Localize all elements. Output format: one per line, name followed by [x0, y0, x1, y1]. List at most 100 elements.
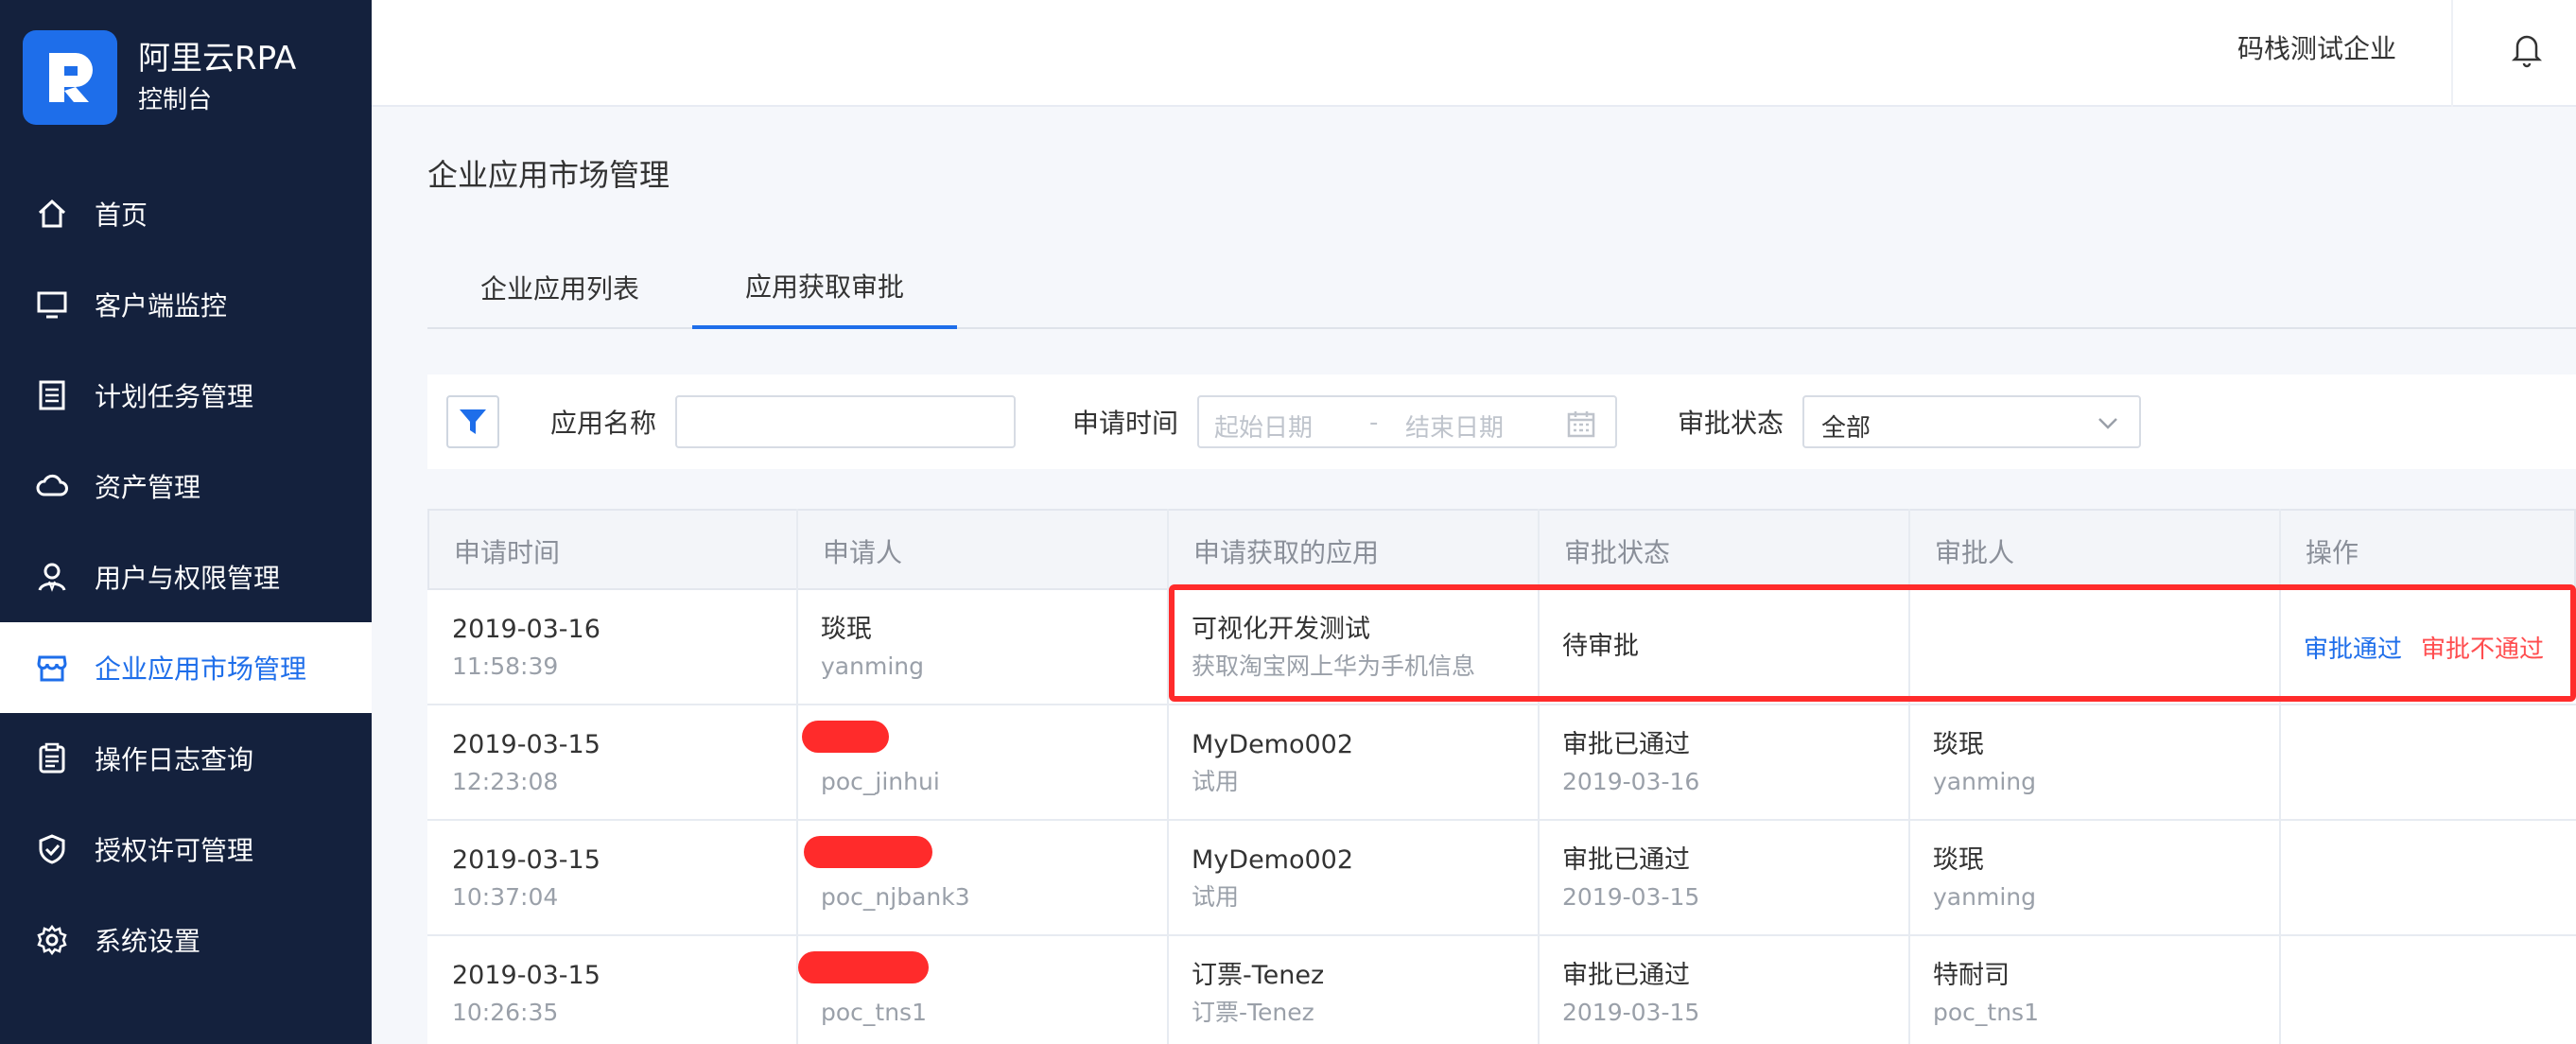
- app-name: MyDemo002: [1192, 730, 1354, 759]
- monitor-icon: [34, 287, 70, 322]
- sidebar-item-operation-logs[interactable]: 操作日志查询: [0, 713, 372, 804]
- col-approver: 审批人: [1935, 537, 2015, 568]
- filter-icon: [460, 409, 486, 434]
- log-icon: [34, 740, 70, 776]
- app-subtitle: 控制台: [138, 85, 213, 114]
- sidebar-item-label: 首页: [95, 200, 148, 231]
- sidebar-item-label: 计划任务管理: [95, 381, 254, 412]
- apply-time: 10:37:04: [452, 883, 559, 911]
- app-name: MyDemo002: [1192, 845, 1354, 875]
- approval-status-select[interactable]: 全部: [1802, 395, 2141, 448]
- sidebar-item-settings[interactable]: 系统设置: [0, 895, 372, 985]
- start-date-placeholder[interactable]: 起始日期: [1214, 409, 1313, 444]
- applicant-id: poc_jinhui: [821, 768, 940, 795]
- col-requested-app: 申请获取的应用: [1193, 537, 1380, 568]
- bell-icon[interactable]: [2506, 28, 2548, 70]
- sidebar-item-label: 企业应用市场管理: [95, 653, 307, 685]
- sidebar-nav: 首页 客户端监控 计划任务管理 资产管理 用户与权限管理 企业应用市场管理 操作…: [0, 168, 372, 985]
- sidebar-item-label: 客户端监控: [95, 290, 228, 322]
- sidebar-item-label: 资产管理: [95, 472, 201, 503]
- sidebar-item-label: 授权许可管理: [95, 835, 254, 866]
- sidebar-item-client-monitor[interactable]: 客户端监控: [0, 259, 372, 350]
- approval-status-value: 全部: [1821, 414, 1871, 443]
- approval-date: 2019-03-15: [1562, 999, 1700, 1026]
- approver-id: yanming: [1933, 768, 2036, 795]
- apply-date: 2019-03-16: [452, 615, 600, 644]
- sidebar: 阿里云RPA 控制台 首页 客户端监控 计划任务管理 资产管理 用户与权限管理 …: [0, 0, 372, 1044]
- sidebar-item-home[interactable]: 首页: [0, 168, 372, 259]
- redaction-mark: [804, 836, 932, 868]
- app-name-label: 应用名称: [550, 408, 657, 439]
- apply-date: 2019-03-15: [452, 730, 600, 759]
- sidebar-item-enterprise-market[interactable]: 企业应用市场管理: [0, 622, 372, 713]
- sidebar-item-label: 用户与权限管理: [95, 563, 281, 594]
- approval-date: 2019-03-15: [1562, 883, 1700, 911]
- approve-link[interactable]: 审批通过: [2304, 635, 2402, 664]
- brand[interactable]: 阿里云RPA 控制台: [23, 28, 296, 126]
- sidebar-item-license[interactable]: 授权许可管理: [0, 804, 372, 895]
- user-icon: [34, 559, 70, 595]
- app-description: 试用: [1192, 768, 1240, 795]
- table-row: 2019-03-15 10:26:35 poc_tns1 订票-Tenez 订票…: [427, 936, 2576, 1044]
- apply-time: 12:23:08: [452, 768, 559, 795]
- approval-status: 审批已通过: [1562, 961, 1690, 990]
- app-description: 订票-Tenez: [1192, 999, 1314, 1026]
- page-title: 企业应用市场管理: [427, 157, 670, 193]
- date-range-picker[interactable]: 起始日期 - 结束日期: [1197, 395, 1617, 448]
- filter-button[interactable]: [446, 395, 499, 448]
- home-icon: [34, 196, 70, 232]
- apply-time-label: 申请时间: [1072, 408, 1179, 439]
- col-approval-status: 审批状态: [1564, 537, 1671, 568]
- table-row: 2019-03-15 12:23:08 poc_jinhui MyDemo002…: [427, 705, 2576, 821]
- app-name-input[interactable]: [675, 395, 1016, 448]
- end-date-placeholder[interactable]: 结束日期: [1405, 409, 1504, 444]
- reject-link[interactable]: 审批不通过: [2421, 635, 2544, 664]
- header-divider: [2451, 0, 2453, 107]
- table-row: 2019-03-15 10:37:04 poc_njbank3 MyDemo00…: [427, 821, 2576, 936]
- chevron-down-icon: [2098, 418, 2117, 429]
- applicant-id: yanming: [821, 652, 924, 680]
- store-icon: [34, 650, 70, 686]
- cloud-icon: [34, 468, 70, 504]
- approval-table: 申请时间 申请人 申请获取的应用 审批状态 审批人 操作 2019-03-16 …: [427, 509, 2576, 1044]
- calendar-icon: [1567, 411, 1595, 438]
- shield-icon: [34, 831, 70, 867]
- applicant-id: poc_njbank3: [821, 883, 970, 911]
- sidebar-item-scheduled-tasks[interactable]: 计划任务管理: [0, 350, 372, 441]
- gear-icon: [34, 922, 70, 958]
- redaction-mark: [802, 721, 889, 753]
- applicant-name: 琰珉: [821, 615, 872, 644]
- top-header: 码栈测试企业: [372, 0, 2576, 107]
- tab-enterprise-app-list[interactable]: 企业应用列表: [427, 246, 692, 329]
- approver-name: 特耐司: [1933, 961, 2010, 990]
- tab-bar: 企业应用列表 应用获取审批: [427, 246, 2576, 329]
- app-description: 获取淘宝网上华为手机信息: [1192, 652, 1476, 680]
- approval-status: 待审批: [1562, 632, 1639, 661]
- redaction-mark: [798, 951, 929, 983]
- table-row: 2019-03-16 11:58:39 琰珉 yanming 可视化开发测试 获…: [427, 590, 2576, 705]
- approval-status: 审批已通过: [1562, 845, 1690, 875]
- rpa-logo-icon: [23, 29, 117, 125]
- approval-status: 审批已通过: [1562, 730, 1690, 759]
- applicant-id: poc_tns1: [821, 999, 927, 1026]
- col-apply-time: 申请时间: [454, 537, 561, 568]
- approver-id: yanming: [1933, 883, 2036, 911]
- approval-status-label: 审批状态: [1678, 408, 1784, 439]
- org-name[interactable]: 码栈测试企业: [2237, 28, 2396, 66]
- apply-time: 11:58:39: [452, 652, 559, 680]
- filter-bar: 应用名称 申请时间 起始日期 - 结束日期 审批状态 全部: [427, 374, 2576, 469]
- sidebar-item-users-permissions[interactable]: 用户与权限管理: [0, 531, 372, 622]
- sidebar-item-label: 系统设置: [95, 926, 201, 957]
- app-description: 试用: [1192, 883, 1240, 911]
- table-header: 申请时间 申请人 申请获取的应用 审批状态 审批人 操作: [427, 509, 2576, 590]
- approver-name: 琰珉: [1933, 730, 1984, 759]
- sidebar-item-assets[interactable]: 资产管理: [0, 441, 372, 531]
- sidebar-item-label: 操作日志查询: [95, 744, 254, 775]
- tab-app-approval[interactable]: 应用获取审批: [692, 246, 957, 329]
- apply-time: 10:26:35: [452, 999, 559, 1026]
- app-name: 阿里云RPA: [138, 39, 297, 78]
- list-icon: [34, 377, 70, 413]
- approver-name: 琰珉: [1933, 845, 1984, 875]
- approval-date: 2019-03-16: [1562, 768, 1700, 795]
- apply-date: 2019-03-15: [452, 845, 600, 875]
